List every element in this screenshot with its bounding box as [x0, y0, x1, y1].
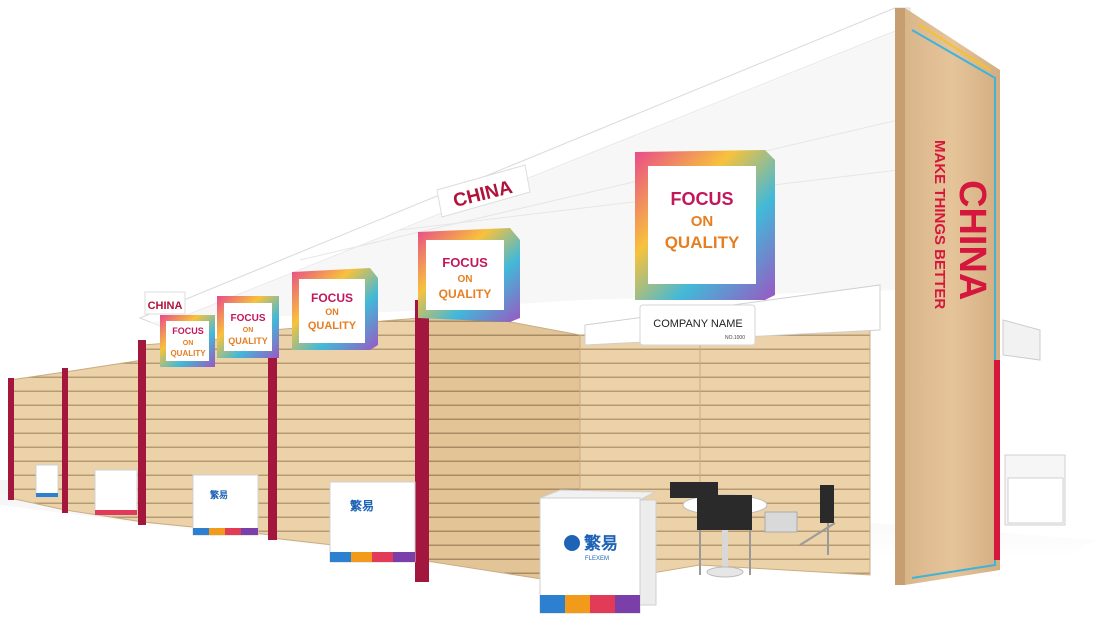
- left-fascia-text: CHINA: [148, 300, 183, 312]
- counter-main: 繁易 FLEXEM: [539, 489, 657, 614]
- pillar-slogan-text: MAKE THINGS BETTER: [931, 140, 948, 309]
- brand-pillar: CHINA MAKE THINGS BETTER: [895, 8, 1000, 585]
- counter-medium-1: 繁易: [192, 474, 259, 536]
- counter-medium-2: 繁易: [329, 481, 416, 563]
- cube-5-line2: ON: [691, 213, 714, 230]
- cube-1-line3: QUALITY: [170, 349, 206, 358]
- cube-1-line2: ON: [183, 340, 194, 347]
- hanging-cube-2: FOCUS ON QUALITY: [217, 296, 279, 358]
- company-name-text: COMPANY NAME: [653, 318, 742, 330]
- pillar-brand-text: CHINA: [951, 180, 993, 300]
- cube-3-line2: ON: [325, 307, 339, 317]
- cube-2-line1: FOCUS: [231, 313, 266, 324]
- cube-4-line2: ON: [458, 274, 473, 285]
- hanging-cube-4: FOCUS ON QUALITY: [418, 228, 520, 322]
- hanging-cube-1: FOCUS ON QUALITY: [160, 315, 215, 367]
- cube-4-line3: QUALITY: [439, 287, 492, 301]
- cube-4-line1: FOCUS: [442, 255, 488, 270]
- right-booth: [1002, 319, 1066, 526]
- booth-number-text: NO.1000: [725, 335, 745, 341]
- cube-3-line1: FOCUS: [311, 291, 353, 305]
- cube-5-line3: QUALITY: [665, 233, 740, 252]
- cube-5-line1: FOCUS: [671, 189, 734, 209]
- left-fascia-sign: CHINA: [144, 291, 186, 315]
- counter-medium-2-brand: 繁易: [350, 498, 374, 513]
- cube-3-line3: QUALITY: [308, 320, 357, 332]
- hanging-cube-3: FOCUS ON QUALITY: [292, 268, 378, 350]
- cube-2-line3: QUALITY: [228, 336, 268, 346]
- cube-2-line2: ON: [243, 327, 254, 334]
- company-name-sign: COMPANY NAME NO.1000: [639, 304, 756, 346]
- trade-show-booth-render: CHINA CHINA FOCUS ON QUALITY FOCUS ON QU…: [0, 7, 1095, 614]
- hanging-cube-5: FOCUS ON QUALITY: [635, 150, 775, 300]
- counter-main-brand-cn: 繁易: [583, 533, 618, 553]
- counter-small-1: [35, 464, 59, 498]
- counter-small-2: [94, 469, 138, 516]
- counter-medium-1-brand: 繁易: [209, 489, 228, 500]
- flexem-logo-icon: [564, 535, 580, 551]
- counter-main-brand-en: FLEXEM: [585, 556, 609, 562]
- cube-1-line1: FOCUS: [172, 326, 204, 336]
